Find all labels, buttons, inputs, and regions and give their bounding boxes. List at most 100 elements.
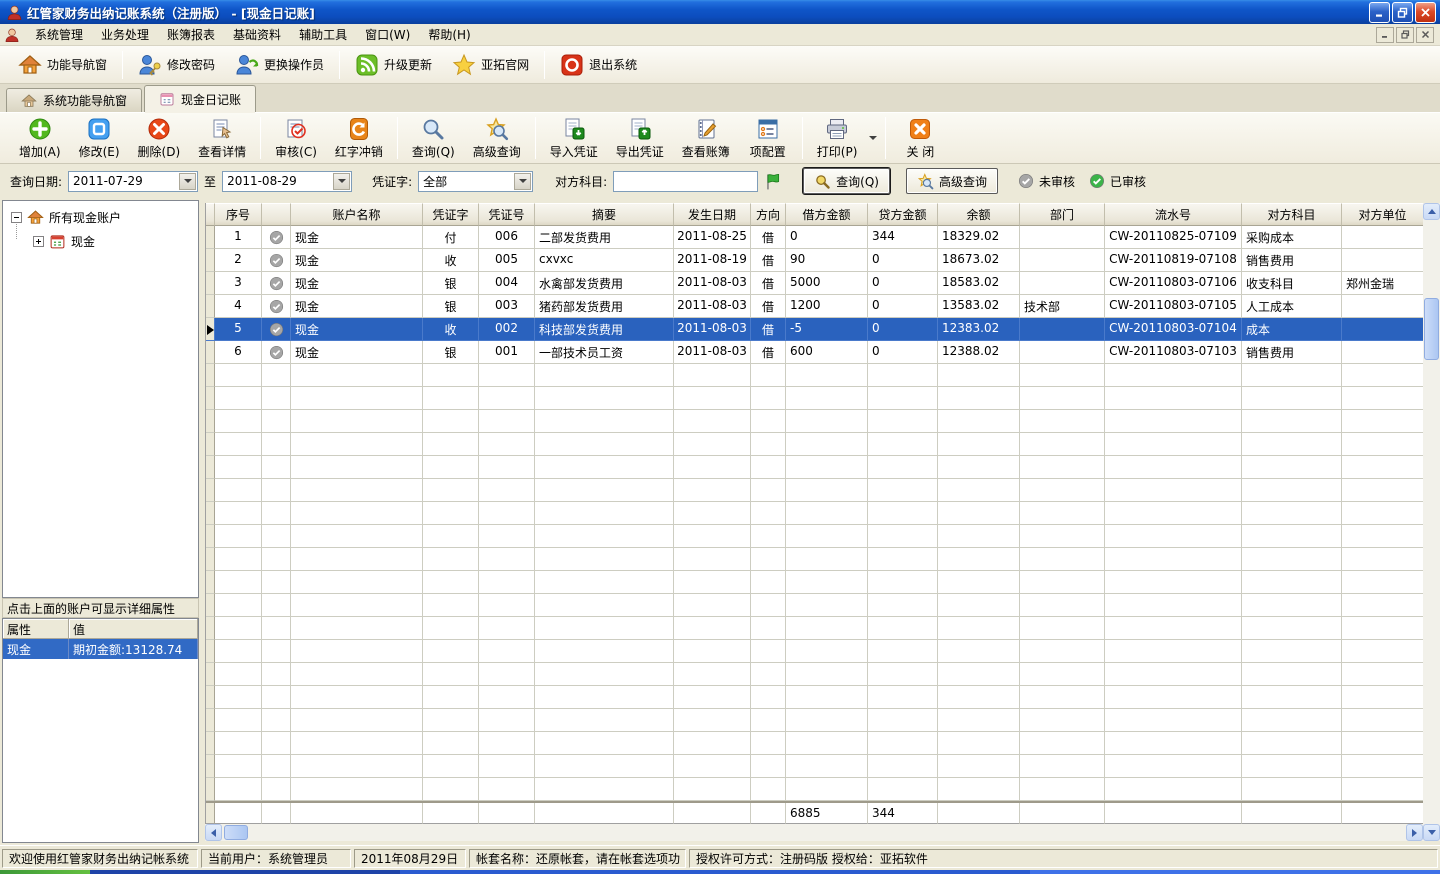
table-row-2[interactable]: 2现金收005cxvxc2011-08-19借90018673.02CW-201… (206, 249, 1423, 272)
table-row-empty[interactable] (206, 525, 1423, 548)
col-header-balance[interactable]: 余额 (938, 203, 1020, 226)
table-row-empty[interactable] (206, 617, 1423, 640)
table-row-empty[interactable] (206, 433, 1423, 456)
col-header-dir[interactable]: 方向 (751, 203, 786, 226)
menu-item-6[interactable]: 帮助(H) (419, 23, 479, 46)
toolbar-button-user-key[interactable]: 修改密码 (128, 48, 225, 82)
toolbar-button-close-x[interactable]: 关 闭 (891, 114, 949, 162)
mdi-minimize-button[interactable] (1376, 27, 1394, 43)
toolbar-button-update[interactable]: 升级更新 (345, 48, 442, 82)
table-row-empty[interactable] (206, 479, 1423, 502)
tab-0[interactable]: 系统功能导航窗 (6, 88, 142, 112)
col-header-debit[interactable]: 借方金额 (786, 203, 868, 226)
col-header-unit[interactable]: 对方单位 (1342, 203, 1424, 226)
tab-1[interactable]: 现金日记账 (144, 85, 256, 112)
scroll-right-icon[interactable] (1406, 824, 1423, 841)
table-row-empty[interactable] (206, 410, 1423, 433)
toolbar-button-import[interactable]: 导入凭证 (541, 114, 607, 162)
menu-item-1[interactable]: 业务处理 (92, 23, 158, 46)
table-row-empty[interactable] (206, 502, 1423, 525)
print-dropdown-icon[interactable] (866, 114, 880, 162)
mdi-restore-button[interactable] (1396, 27, 1414, 43)
tree-node-cash[interactable]: 现金 (33, 233, 95, 250)
table-row-5[interactable]: 5现金收002科技部发货费用2011-08-03借-5012383.02CW-2… (206, 318, 1423, 341)
table-row-6[interactable]: 6现金银001一部技术员工资2011-08-03借600012388.02CW-… (206, 341, 1423, 364)
toolbar-button-export[interactable]: 导出凭证 (607, 114, 673, 162)
scroll-down-icon[interactable] (1423, 824, 1440, 841)
value-col-header[interactable]: 值 (69, 619, 198, 639)
table-row-empty[interactable] (206, 709, 1423, 732)
property-row-cash[interactable]: 现金 期初金额:13128.74 (3, 639, 198, 659)
table-row-empty[interactable] (206, 364, 1423, 387)
date-to-dropdown-icon[interactable] (333, 173, 350, 190)
menu-item-2[interactable]: 账簿报表 (158, 23, 224, 46)
toolbar-button-delete[interactable]: 删除(D) (129, 114, 190, 162)
date-to-combo[interactable]: 2011-08-29 (222, 171, 352, 192)
toolbar-button-view-detail[interactable]: 查看详情 (189, 114, 255, 162)
col-header-account[interactable]: 账户名称 (291, 203, 423, 226)
toolbar-button-audit[interactable]: 审核(C) (266, 114, 326, 162)
counter-subject-input[interactable] (613, 171, 758, 192)
toolbar-button-home[interactable]: 功能导航窗 (8, 48, 117, 82)
search-button[interactable]: 查询(Q) (803, 168, 890, 194)
col-header-subject[interactable]: 对方科目 (1242, 203, 1342, 226)
toolbar-button-ledger[interactable]: 查看账簿 (673, 114, 739, 162)
table-row-empty[interactable] (206, 640, 1423, 663)
advanced-search-button[interactable]: 高级查询 (906, 168, 998, 194)
col-header-date[interactable]: 发生日期 (674, 203, 751, 226)
table-row-empty[interactable] (206, 387, 1423, 410)
table-row-4[interactable]: 4现金银003猪药部发货费用2011-08-03借1200013583.02技术… (206, 295, 1423, 318)
voucher-word-combo[interactable]: 全部 (418, 171, 533, 192)
col-header-credit[interactable]: 贷方金额 (868, 203, 938, 226)
scroll-up-icon[interactable] (1423, 203, 1440, 220)
table-row-empty[interactable] (206, 571, 1423, 594)
date-from-dropdown-icon[interactable] (179, 173, 196, 190)
date-from-combo[interactable]: 2011-07-29 (68, 171, 198, 192)
table-row-empty[interactable] (206, 755, 1423, 778)
menu-item-0[interactable]: 系统管理 (26, 23, 92, 46)
tree-collapse-icon[interactable] (11, 212, 22, 223)
menu-item-3[interactable]: 基础资料 (224, 23, 290, 46)
restore-button[interactable] (1392, 2, 1413, 23)
vertical-scrollbar[interactable] (1423, 203, 1440, 841)
col-header-num[interactable]: 序号 (215, 203, 262, 226)
toolbar-button-red-reverse[interactable]: 红字冲销 (326, 114, 392, 162)
toolbar-button-advanced-search[interactable]: 高级查询 (464, 114, 530, 162)
table-row-empty[interactable] (206, 456, 1423, 479)
toolbar-button-config[interactable]: 项配置 (739, 114, 797, 162)
col-header-no[interactable]: 凭证号 (479, 203, 535, 226)
table-row-empty[interactable] (206, 663, 1423, 686)
minimize-button[interactable] (1369, 2, 1390, 23)
vertical-scroll-thumb[interactable] (1424, 298, 1439, 360)
table-row-empty[interactable] (206, 732, 1423, 755)
horizontal-scroll-thumb[interactable] (224, 825, 248, 840)
toolbar-button-star[interactable]: 亚拓官网 (442, 48, 539, 82)
table-row-empty[interactable] (206, 778, 1423, 801)
toolbar-button-switch-user[interactable]: 更换操作员 (225, 48, 334, 82)
horizontal-scrollbar[interactable] (205, 824, 1423, 841)
table-row-3[interactable]: 3现金银004水禽部发货费用2011-08-03借5000018583.02CW… (206, 272, 1423, 295)
property-col-header[interactable]: 属性 (3, 619, 69, 639)
menu-item-5[interactable]: 窗口(W) (356, 23, 419, 46)
col-header-word[interactable]: 凭证字 (423, 203, 479, 226)
close-button[interactable] (1415, 2, 1436, 23)
col-header-check[interactable] (262, 203, 291, 226)
table-row-1[interactable]: 1现金付006二部发货费用2011-08-25借034418329.02CW-2… (206, 226, 1423, 249)
toolbar-button-power[interactable]: 退出系统 (550, 48, 647, 82)
table-row-empty[interactable] (206, 548, 1423, 571)
toolbar-button-add[interactable]: 增加(A) (10, 114, 70, 162)
toolbar-button-edit[interactable]: 修改(E) (70, 114, 129, 162)
voucher-word-dropdown-icon[interactable] (514, 173, 531, 190)
mdi-close-button[interactable] (1416, 27, 1434, 43)
col-header-summary[interactable]: 摘要 (535, 203, 674, 226)
table-row-empty[interactable] (206, 686, 1423, 709)
tree-node-all-accounts[interactable]: 所有现金账户 (11, 209, 121, 226)
tree-expand-icon[interactable] (33, 236, 44, 247)
col-header-dept[interactable]: 部门 (1020, 203, 1105, 226)
col-header-serial[interactable]: 流水号 (1105, 203, 1242, 226)
scroll-left-icon[interactable] (205, 824, 222, 841)
menu-item-4[interactable]: 辅助工具 (290, 23, 356, 46)
toolbar-button-search[interactable]: 查询(Q) (403, 114, 464, 162)
toolbar-button-print[interactable]: 打印(P) (808, 114, 867, 162)
table-row-empty[interactable] (206, 594, 1423, 617)
